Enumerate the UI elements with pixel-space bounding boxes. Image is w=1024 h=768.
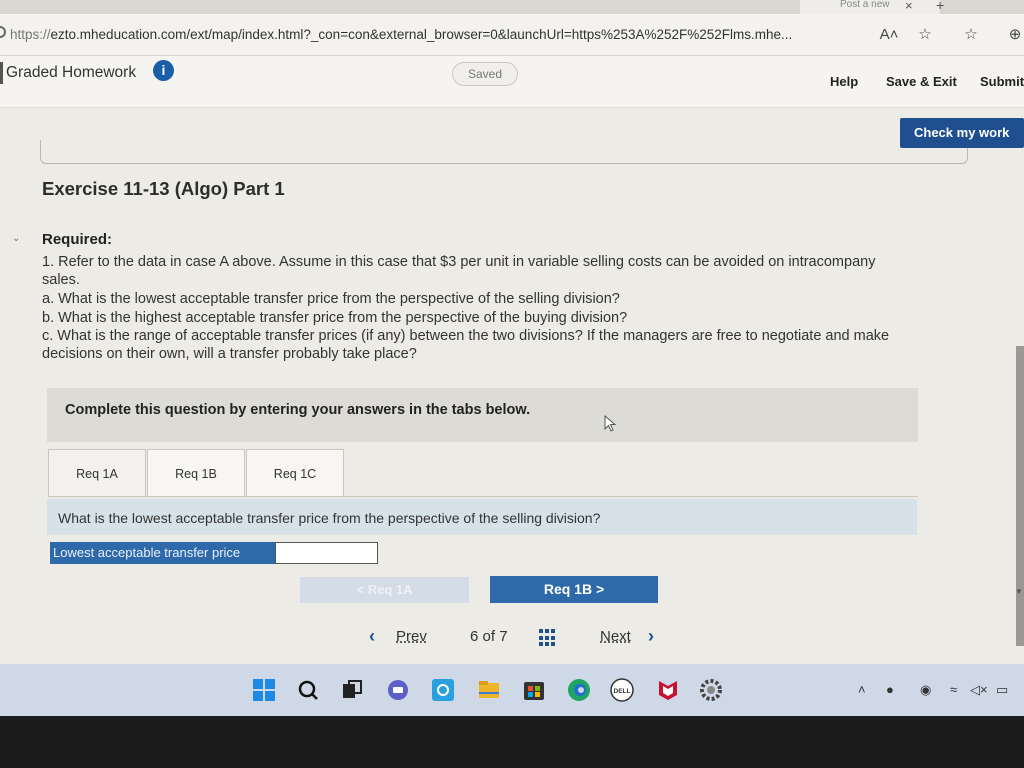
favorites-list-icon[interactable]: ☆ [960,24,982,46]
tab-req-1a[interactable]: Req 1A [48,449,146,497]
browser-tab[interactable]: Post a new [800,0,940,14]
required-line: b. What is the highest acceptable transf… [42,310,628,326]
prev-chevron-icon[interactable]: ‹ [369,626,375,647]
prev-page-label: Prev [396,628,427,645]
monitor-bezel [0,716,1024,768]
page-title: Graded Homework [0,62,137,84]
url-protocol: https:// [10,27,51,42]
tray-overflow-icon[interactable]: ˄ [858,682,866,697]
app-header: Graded Homework i Saved Help Save & Exit… [0,56,1024,108]
next-req-button[interactable]: Req 1B > [490,576,658,603]
teams-chat-icon[interactable] [386,678,410,702]
dell-logo-text: DELL [614,688,631,695]
required-line: 1. Refer to the data in case A above. As… [42,254,876,270]
saved-status-badge: Saved [452,62,518,86]
page-current: 6 [470,628,479,645]
required-line: c. What is the range of acceptable trans… [42,328,890,344]
prev-req-button[interactable]: < Req 1A [300,577,469,603]
exercise-title: Exercise 11-13 (Algo) Part 1 [42,178,285,199]
task-view-icon[interactable] [340,678,364,702]
browser-tab-strip: Post a new × + [0,0,1024,14]
search-icon[interactable] [296,678,320,702]
question-grid-icon[interactable] [539,629,557,647]
page-total: 7 [499,628,508,645]
file-explorer-icon[interactable] [477,678,501,702]
wifi-icon[interactable]: ≈ [950,682,957,697]
tab-req-1c[interactable]: Req 1C [246,449,344,497]
tab-req-1b[interactable]: Req 1B [147,449,245,497]
site-info-icon[interactable] [0,26,6,38]
required-line: sales. [42,272,80,288]
next-page-label: Next [600,628,631,645]
page-indicator: 6 of 7 [470,628,508,645]
tray-chrome-icon[interactable]: ◉ [920,682,931,698]
volume-icon[interactable]: ◁× [970,682,988,698]
windows-start-icon[interactable] [252,678,276,702]
required-line: decisions on their own, will a transfer … [42,346,417,362]
mouse-pointer-icon [604,415,617,432]
address-bar[interactable]: https://ezto.mheducation.com/ext/map/ind… [0,14,1024,56]
add-collection-icon[interactable]: ⊕ [1004,24,1024,46]
help-button[interactable]: Help [830,74,858,89]
url-text[interactable]: https://ezto.mheducation.com/ext/map/ind… [10,27,792,42]
instructions-box: Complete this question by entering your … [47,388,918,442]
url-path: ezto.mheducation.com/ext/map/index.html?… [50,27,793,42]
scrollbar-thumb[interactable] [1016,346,1024,646]
tray-app-icon[interactable]: ● [886,682,894,697]
battery-icon[interactable]: ▭ [996,682,1008,698]
progress-bracket [40,140,968,164]
office-icon[interactable] [431,678,455,702]
save-exit-button[interactable]: Save & Exit [886,74,957,89]
submit-button[interactable]: Submit [980,74,1024,89]
edge-icon[interactable] [567,678,591,702]
question-box: What is the lowest acceptable transfer p… [47,499,917,535]
info-icon[interactable]: i [153,60,174,81]
settings-icon[interactable] [699,678,723,702]
tabs-divider [48,496,918,497]
mcafee-icon[interactable] [656,678,680,702]
required-heading: Required: [42,231,113,248]
taskbar: DELL ˄ ● ◉ ≈ ◁× ▭ [0,664,1024,716]
check-my-work-button[interactable]: Check my work [900,118,1024,148]
next-chevron-icon[interactable]: › [648,626,654,647]
question-text: What is the lowest acceptable transfer p… [58,510,601,526]
scroll-down-arrow-icon[interactable]: ▼ [1015,587,1023,596]
required-line: a. What is the lowest acceptable transfe… [42,291,620,307]
dell-icon[interactable]: DELL [610,678,634,702]
prev-page-link[interactable]: Prev [396,628,427,645]
favorite-icon[interactable]: ☆ [914,24,936,46]
instructions-text: Complete this question by entering your … [65,402,531,418]
close-tab-icon[interactable]: × [905,0,913,13]
new-tab-icon[interactable]: + [936,0,944,13]
next-page-link[interactable]: Next [600,628,631,645]
collapse-caret-icon[interactable]: ⌄ [12,233,20,244]
page-of: of [482,628,496,645]
lowest-transfer-price-input[interactable] [275,542,378,564]
read-aloud-icon[interactable]: A˄ [878,24,900,46]
store-icon[interactable] [522,678,546,702]
answer-label: Lowest acceptable transfer price [50,542,276,564]
